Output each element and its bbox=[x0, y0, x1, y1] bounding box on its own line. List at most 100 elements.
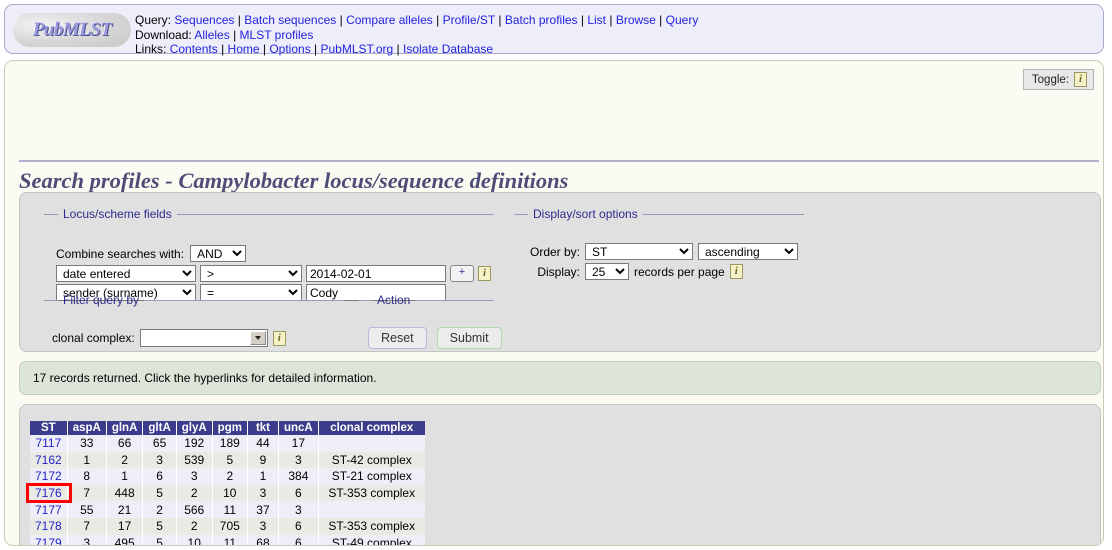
display-count-row: Display: 25 records per page i bbox=[522, 263, 743, 280]
cell-glna: 66 bbox=[106, 435, 144, 452]
cell-aspa: 55 bbox=[67, 501, 107, 518]
st-link[interactable]: 7117 bbox=[35, 436, 61, 450]
cell-glya: 3 bbox=[176, 468, 213, 485]
display-info-icon[interactable]: i bbox=[729, 264, 743, 279]
st-link[interactable]: 7176 bbox=[35, 486, 62, 500]
column-header-tkt[interactable]: tkt bbox=[247, 421, 279, 435]
column-header-pgm[interactable]: pgm bbox=[212, 421, 248, 435]
column-header-aspa[interactable]: aspA bbox=[67, 421, 107, 435]
locus-scheme-fieldset: Locus/scheme fields Combine searches wit… bbox=[44, 207, 494, 301]
st-link[interactable]: 7162 bbox=[35, 453, 62, 467]
order-by-select[interactable]: ST bbox=[585, 243, 693, 260]
reset-button[interactable]: Reset bbox=[368, 327, 427, 349]
records-per-page-select[interactable]: 25 bbox=[585, 263, 629, 280]
nav-link-options[interactable]: Options bbox=[269, 42, 310, 56]
clonal-complex-select[interactable] bbox=[139, 329, 268, 347]
column-header-glta[interactable]: gltA bbox=[142, 421, 177, 435]
filter-info-icon[interactable]: i bbox=[272, 330, 286, 346]
table-header-row: ST aspA glnA gltA glyA pgm tkt uncA clonal compl… bbox=[30, 421, 425, 435]
column-header-st[interactable]: ST bbox=[30, 421, 68, 435]
cell-aspa: 8 bbox=[67, 468, 107, 485]
cell-glya: 10 bbox=[176, 534, 213, 545]
column-header-unca[interactable]: uncA bbox=[278, 421, 319, 435]
cell-glna: 17 bbox=[106, 517, 144, 535]
column-header-glna[interactable]: glnA bbox=[106, 421, 144, 435]
action-buttons: Reset Submit bbox=[368, 327, 502, 349]
cell-clonal-complex: ST-49 complex bbox=[318, 534, 425, 545]
nav-link-list[interactable]: List bbox=[587, 13, 606, 27]
main-content-panel: Toggle: i Search profiles - Campylobacte… bbox=[4, 60, 1104, 546]
criteria-value-input-1[interactable] bbox=[306, 265, 446, 282]
order-by-label: Order by: bbox=[529, 244, 580, 259]
cell-glya: 566 bbox=[176, 501, 213, 518]
st-link[interactable]: 7179 bbox=[35, 536, 62, 545]
add-criteria-button[interactable]: + bbox=[450, 265, 474, 282]
combine-searches-label: Combine searches with: bbox=[56, 246, 185, 261]
results-table-head: ST aspA glnA gltA glyA pgm tkt uncA clonal compl… bbox=[30, 421, 425, 435]
cell-tkt: 44 bbox=[247, 435, 279, 452]
filter-legend: Filter query by bbox=[63, 293, 140, 307]
header-nav: Query: Sequences | Batch sequences | Com… bbox=[135, 13, 698, 57]
criteria-field-select-1[interactable]: date entered bbox=[56, 265, 196, 282]
cell-clonal-complex bbox=[318, 435, 425, 452]
nav-link-home[interactable]: Home bbox=[228, 42, 260, 56]
site-header: PubMLST Query: Sequences | Batch sequenc… bbox=[4, 4, 1104, 57]
cell-glta: 2 bbox=[142, 501, 177, 518]
logo-text: PubMLST bbox=[32, 19, 112, 40]
nav-link-isolate-database[interactable]: Isolate Database bbox=[403, 42, 493, 56]
column-header-clonal-complex[interactable]: clonal complex bbox=[318, 421, 425, 435]
table-row: 7176 7 448 5 2 10 3 6 ST-353 complex bbox=[26, 482, 425, 503]
locus-info-icon[interactable]: i bbox=[478, 266, 491, 281]
table-row: 7162 1 2 3 539 5 9 3 ST-42 complex bbox=[30, 451, 425, 469]
cell-unca: 6 bbox=[278, 534, 319, 545]
toggle-label: Toggle: bbox=[1031, 73, 1069, 86]
combine-searches-select[interactable]: AND bbox=[190, 245, 247, 262]
cell-glya: 2 bbox=[176, 517, 213, 535]
cell-st: 7179 bbox=[30, 534, 68, 545]
results-panel: ST aspA glnA gltA glyA pgm tkt uncA clonal compl… bbox=[19, 404, 1101, 545]
nav-line-download: Download: Alleles | MLST profiles bbox=[135, 27, 314, 42]
cell-tkt: 9 bbox=[247, 451, 279, 469]
nav-link-query[interactable]: Query bbox=[666, 13, 699, 27]
cell-unca: 384 bbox=[278, 468, 319, 485]
nav-link-contents[interactable]: Contents bbox=[170, 42, 218, 56]
nav-link-profile-st[interactable]: Profile/ST bbox=[443, 13, 495, 27]
cell-aspa: 7 bbox=[67, 517, 107, 535]
action-legend: Action bbox=[377, 293, 411, 307]
nav-link-mlst-profiles[interactable]: MLST profiles bbox=[240, 28, 314, 42]
nav-link-pubmlst-org[interactable]: PubMLST.org bbox=[321, 42, 394, 56]
info-icon[interactable]: i bbox=[1074, 72, 1087, 87]
column-header-glya[interactable]: glyA bbox=[176, 421, 213, 435]
nav-link-compare-alleles[interactable]: Compare alleles bbox=[346, 13, 433, 27]
chevron-down-icon[interactable] bbox=[249, 331, 266, 345]
sort-direction-select[interactable]: ascending bbox=[698, 243, 798, 260]
nav-label-links: Links: bbox=[135, 42, 167, 57]
cell-unca: 17 bbox=[278, 435, 319, 452]
cell-st: 7117 bbox=[30, 435, 68, 452]
combine-searches-row: Combine searches with: AND bbox=[56, 245, 247, 262]
nav-link-sequences[interactable]: Sequences bbox=[174, 13, 234, 27]
toggle-control[interactable]: Toggle: i bbox=[1022, 69, 1094, 90]
cell-st: 7178 bbox=[30, 517, 68, 535]
st-link[interactable]: 7172 bbox=[35, 469, 62, 483]
submit-button[interactable]: Submit bbox=[436, 327, 502, 349]
st-link[interactable]: 7178 bbox=[35, 519, 62, 533]
cell-tkt: 1 bbox=[247, 468, 279, 485]
nav-link-browse[interactable]: Browse bbox=[616, 13, 656, 27]
nav-link-batch-profiles[interactable]: Batch profiles bbox=[505, 13, 578, 27]
cell-st: 7162 bbox=[30, 451, 68, 469]
records-per-page-label: records per page bbox=[634, 264, 725, 279]
cell-glna: 21 bbox=[106, 501, 144, 518]
nav-label-download: Download: bbox=[135, 27, 192, 42]
cell-clonal-complex: ST-353 complex bbox=[318, 484, 425, 502]
st-link[interactable]: 7177 bbox=[35, 503, 62, 517]
nav-link-batch-sequences[interactable]: Batch sequences bbox=[244, 13, 336, 27]
criteria-operator-select-1[interactable]: > bbox=[200, 265, 302, 282]
cell-aspa: 3 bbox=[67, 534, 107, 545]
cell-st: 7176 bbox=[26, 482, 72, 503]
nav-link-alleles[interactable]: Alleles bbox=[194, 28, 229, 42]
cell-clonal-complex bbox=[318, 501, 425, 518]
cell-tkt: 3 bbox=[247, 517, 279, 535]
cell-glya: 2 bbox=[176, 484, 213, 502]
cell-pgm: 5 bbox=[212, 451, 248, 469]
